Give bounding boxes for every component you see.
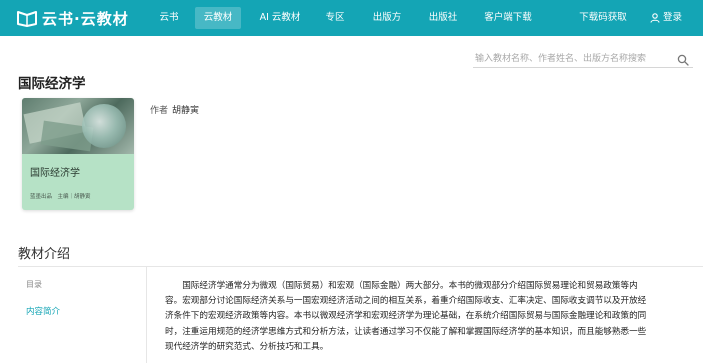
top-navbar: 云书·云教材 云书 云教材 AI 云教材 专区 出版方 出版社 客户端下载 下载… bbox=[0, 0, 703, 36]
nav-item-ai-yunjiaocai[interactable]: AI 云教材 bbox=[252, 7, 308, 29]
nav-item-yunshu[interactable]: 云书 bbox=[150, 7, 188, 29]
search-bar bbox=[473, 48, 693, 68]
intro-text: 国际经济学通常分为微观（国际贸易）和宏观（国际金融）两大部分。本书的微观部分介绍… bbox=[165, 279, 685, 355]
nav-item-zhuanqu[interactable]: 专区 bbox=[318, 7, 352, 29]
author-line: 作者 胡静寅 bbox=[150, 103, 199, 116]
login-button[interactable]: 登录 bbox=[650, 7, 682, 29]
nav-item-client-download[interactable]: 客户端下载 bbox=[478, 7, 538, 29]
author-name[interactable]: 胡静寅 bbox=[172, 106, 199, 116]
book-cover[interactable]: 国际经济学 蓝墨出品 主编｜胡静寅 bbox=[22, 98, 134, 210]
cover-meta: 蓝墨出品 主编｜胡静寅 bbox=[30, 194, 91, 200]
toc-label: 目录 bbox=[26, 280, 42, 289]
search-icon[interactable] bbox=[677, 51, 689, 70]
user-icon bbox=[650, 13, 660, 23]
cover-title: 国际经济学 bbox=[30, 168, 80, 179]
intro-line: 现代经济学的研究范式、分析技巧和工具。 bbox=[165, 341, 329, 352]
cover-photo bbox=[22, 98, 134, 154]
nav-item-download-code[interactable]: 下载码获取 bbox=[570, 7, 636, 29]
toc-item-summary[interactable]: 内容简介 bbox=[26, 305, 60, 317]
intro-line: 时，注重运用规范的经济学思维方式和分析方法，让读者通过学习不仅能了解和掌握国际经… bbox=[165, 326, 647, 337]
intro-line: 容。宏观部分讨论国际经济关系与一国宏观经济活动之间的相互关系，着重介绍国际收支、… bbox=[165, 296, 647, 307]
author-label: 作者 bbox=[150, 106, 169, 116]
intro-line: 济条件下的宏观经济政策等内容。本书以微观经济学和宏观经济学为理论基础，在系统介绍… bbox=[165, 311, 647, 322]
nav-item-yunjiaocai[interactable]: 云教材 bbox=[195, 7, 241, 29]
intro-line: 国际经济学通常分为微观（国际贸易）和宏观（国际金融）两大部分。本书的微观部分介绍… bbox=[182, 281, 638, 291]
nav-item-publisher[interactable]: 出版社 bbox=[422, 7, 464, 29]
login-label: 登录 bbox=[663, 12, 683, 23]
logo-book-icon bbox=[16, 9, 38, 27]
logo-text: 云书·云教材 bbox=[42, 9, 129, 28]
nav-item-publisher-party[interactable]: 出版方 bbox=[366, 7, 408, 29]
logo[interactable]: 云书·云教材 bbox=[16, 8, 129, 28]
section-heading: 教材介绍 bbox=[18, 247, 71, 262]
page-title: 国际经济学 bbox=[18, 76, 86, 92]
sidebar-divider bbox=[146, 267, 147, 363]
section-divider bbox=[18, 266, 703, 267]
search-input[interactable] bbox=[473, 48, 669, 67]
